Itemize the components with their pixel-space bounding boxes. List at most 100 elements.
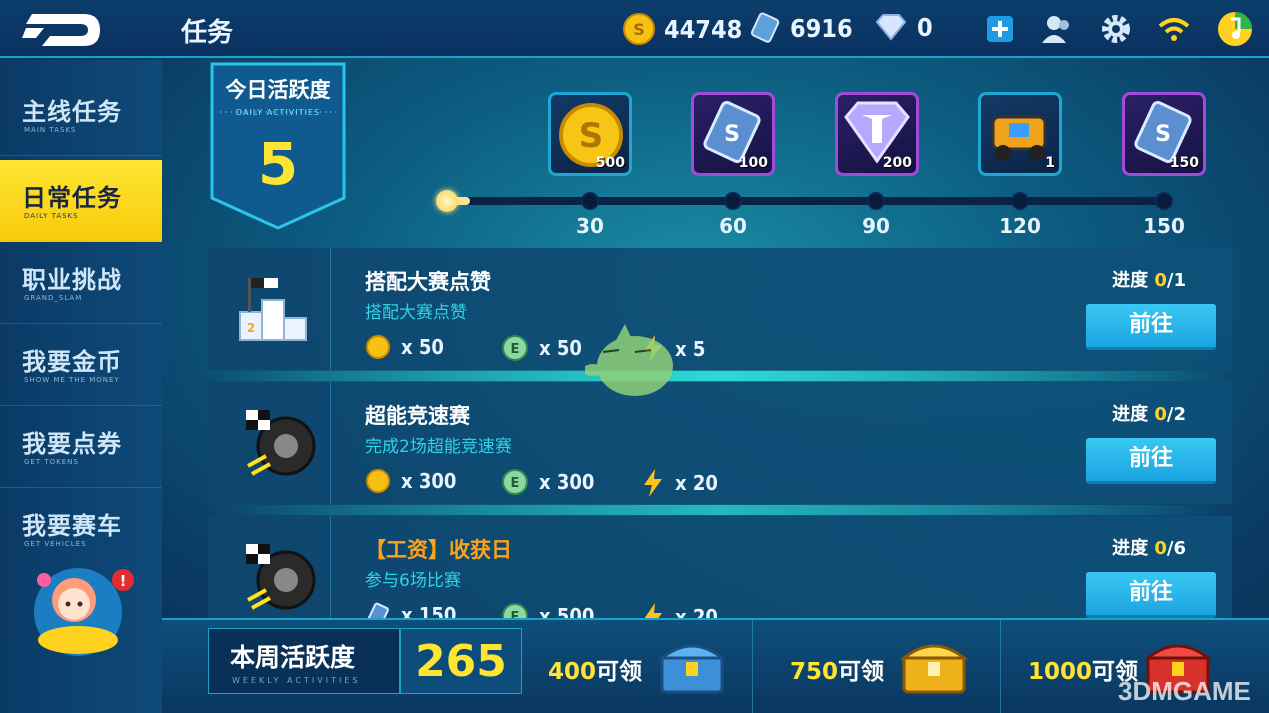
task-card: 2 搭配大赛点赞 搭配大赛点赞 x 50 E x 50 x 5 进度 0/1 前… — [208, 248, 1232, 370]
mascot-watermark-icon — [585, 324, 673, 396]
svg-text:E: E — [511, 342, 520, 357]
race-flag-wheel-icon — [246, 410, 316, 476]
task-description: 搭配大赛点赞 — [365, 303, 467, 323]
sidebar-item-label: 我要点券 — [22, 430, 122, 458]
sidebar-item-sublabel: GET TOKENS — [24, 458, 79, 466]
back-logo-icon[interactable] — [22, 8, 104, 52]
site-watermark: 3DMGAME — [1118, 676, 1251, 706]
milestone-dot — [867, 192, 885, 210]
music-button[interactable] — [1216, 10, 1254, 48]
page-title: 任务 — [181, 18, 234, 48]
exp-coin-icon: E — [502, 335, 528, 361]
settings-button[interactable] — [1097, 10, 1135, 48]
sidebar-item-sublabel: MAIN TASKS — [24, 126, 77, 134]
daily-activity-title: 今日活跃度 — [225, 78, 331, 102]
weekly-chest-claim: 可领 — [596, 659, 643, 685]
race-flag-wheel-icon — [246, 544, 316, 610]
sidebar-item-label: 职业挑战 — [22, 266, 122, 294]
sidebar-item-label: 我要赛车 — [22, 512, 122, 540]
ticket-icon — [750, 12, 780, 43]
svg-text:S: S — [724, 122, 740, 147]
reward-qty: 500 — [595, 155, 625, 171]
diamond-icon — [875, 14, 907, 41]
svg-text:E: E — [511, 610, 520, 618]
task-icon-cell: 2 — [208, 248, 331, 370]
sidebar-item-label: 我要金币 — [22, 348, 122, 376]
milestone-label: 90 — [862, 214, 890, 238]
daily-reward-gold[interactable]: S 500 — [548, 92, 632, 176]
reward-qty: 1 — [1045, 155, 1055, 171]
friends-button[interactable] — [1038, 10, 1076, 48]
milestone-label: 60 — [719, 214, 747, 238]
task-progress-label: 进度 — [1112, 538, 1149, 559]
task-icon-cell — [208, 382, 331, 504]
weekly-activity-value: 265 — [415, 636, 507, 687]
diamond-counter: 0 — [873, 12, 933, 42]
weekly-divider — [752, 620, 753, 713]
daily-progress-track — [446, 197, 1166, 205]
svg-text:S: S — [579, 116, 604, 156]
go-button[interactable]: 前往 — [1086, 572, 1216, 618]
task-reward-amount: x 300 — [539, 470, 595, 494]
task-name: 【工资】收获日 — [365, 538, 512, 562]
sidebar-item-get-vehicles[interactable]: 我要赛车 GET VEHICLES — [0, 488, 162, 570]
lightning-icon — [644, 469, 662, 497]
gear-icon — [1102, 15, 1130, 43]
daily-reward-ticket-150[interactable]: S 150 — [1122, 92, 1206, 176]
add-currency-button[interactable] — [981, 10, 1019, 48]
weekly-chest-points: 1000 — [1028, 659, 1093, 685]
task-reward-amount: x 20 — [675, 605, 718, 618]
task-name: 超能竞速赛 — [365, 404, 470, 428]
weekly-divider — [1000, 620, 1001, 713]
milestone-dot — [1011, 192, 1029, 210]
milestone-label: 150 — [1143, 214, 1185, 238]
sidebar-item-main-tasks[interactable]: 主线任务 MAIN TASKS — [0, 74, 162, 156]
task-progress-done: 0 — [1154, 404, 1167, 425]
lightning-icon — [644, 603, 662, 618]
sidebar-item-label: 日常任务 — [22, 184, 122, 212]
task-reward-amount: x 50 — [539, 336, 582, 360]
task-progress-label: 进度 — [1112, 404, 1149, 425]
reward-qty: 100 — [738, 155, 768, 171]
task-reward-gold: x 50 — [365, 334, 444, 360]
gold-counter: S 44748 — [622, 12, 742, 46]
daily-reward-ticket-100[interactable]: S 100 — [691, 92, 775, 176]
daily-reward-car-parts[interactable]: 1 — [978, 92, 1062, 176]
task-progress-total: /6 — [1166, 538, 1186, 559]
blue-chest-icon[interactable] — [654, 630, 730, 700]
task-progress: 进度 0/2 — [1112, 400, 1186, 426]
gold-chest-icon[interactable] — [896, 630, 972, 700]
go-button[interactable]: 前往 — [1086, 304, 1216, 350]
daily-reward-diamond[interactable]: 200 — [835, 92, 919, 176]
daily-activity-subtitle: DAILY ACTIVITIES — [235, 108, 321, 117]
wifi-icon — [1158, 18, 1190, 41]
plus-icon — [987, 16, 1013, 42]
task-progress: 进度 0/6 — [1112, 534, 1186, 560]
gold-coin-icon — [366, 335, 390, 359]
wifi-status — [1155, 10, 1193, 48]
weekly-chest-label: 400可领 — [548, 652, 642, 686]
music-icon — [1218, 12, 1252, 46]
divider-glow — [208, 371, 1232, 381]
task-description: 完成2场超能竞速赛 — [365, 437, 512, 457]
exp-coin-icon: E — [502, 469, 528, 495]
weekly-chest-points: 400 — [548, 659, 597, 685]
sidebar-item-get-tokens[interactable]: 我要点券 GET TOKENS — [0, 406, 162, 488]
task-reward-ticket: x 150 — [365, 602, 456, 618]
task-progress-total: /1 — [1166, 270, 1186, 291]
task-reward-amount: x 300 — [401, 469, 457, 493]
sidebar-item-sublabel: GET VEHICLES — [24, 540, 87, 548]
sidebar-item-label: 主线任务 — [22, 98, 122, 126]
task-reward-amount: x 150 — [401, 603, 457, 618]
milestone-dot — [581, 192, 599, 210]
sidebar-item-grand-slam[interactable]: 职业挑战 GRAND_SLAM — [0, 242, 162, 324]
task-progress-label: 进度 — [1112, 270, 1149, 291]
helper-avatar[interactable]: ! — [28, 560, 140, 660]
sidebar-item-daily-tasks[interactable]: 日常任务 DAILY TASKS — [0, 160, 162, 242]
go-button[interactable]: 前往 — [1086, 438, 1216, 484]
sidebar-item-get-gold[interactable]: 我要金币 SHOW ME THE MONEY — [0, 324, 162, 406]
task-icon-cell — [208, 516, 331, 618]
daily-activity-value: 5 — [257, 130, 299, 198]
weekly-activity-title: 本周活跃度 — [230, 643, 356, 672]
task-reward-exp: E x 50 — [501, 334, 582, 362]
